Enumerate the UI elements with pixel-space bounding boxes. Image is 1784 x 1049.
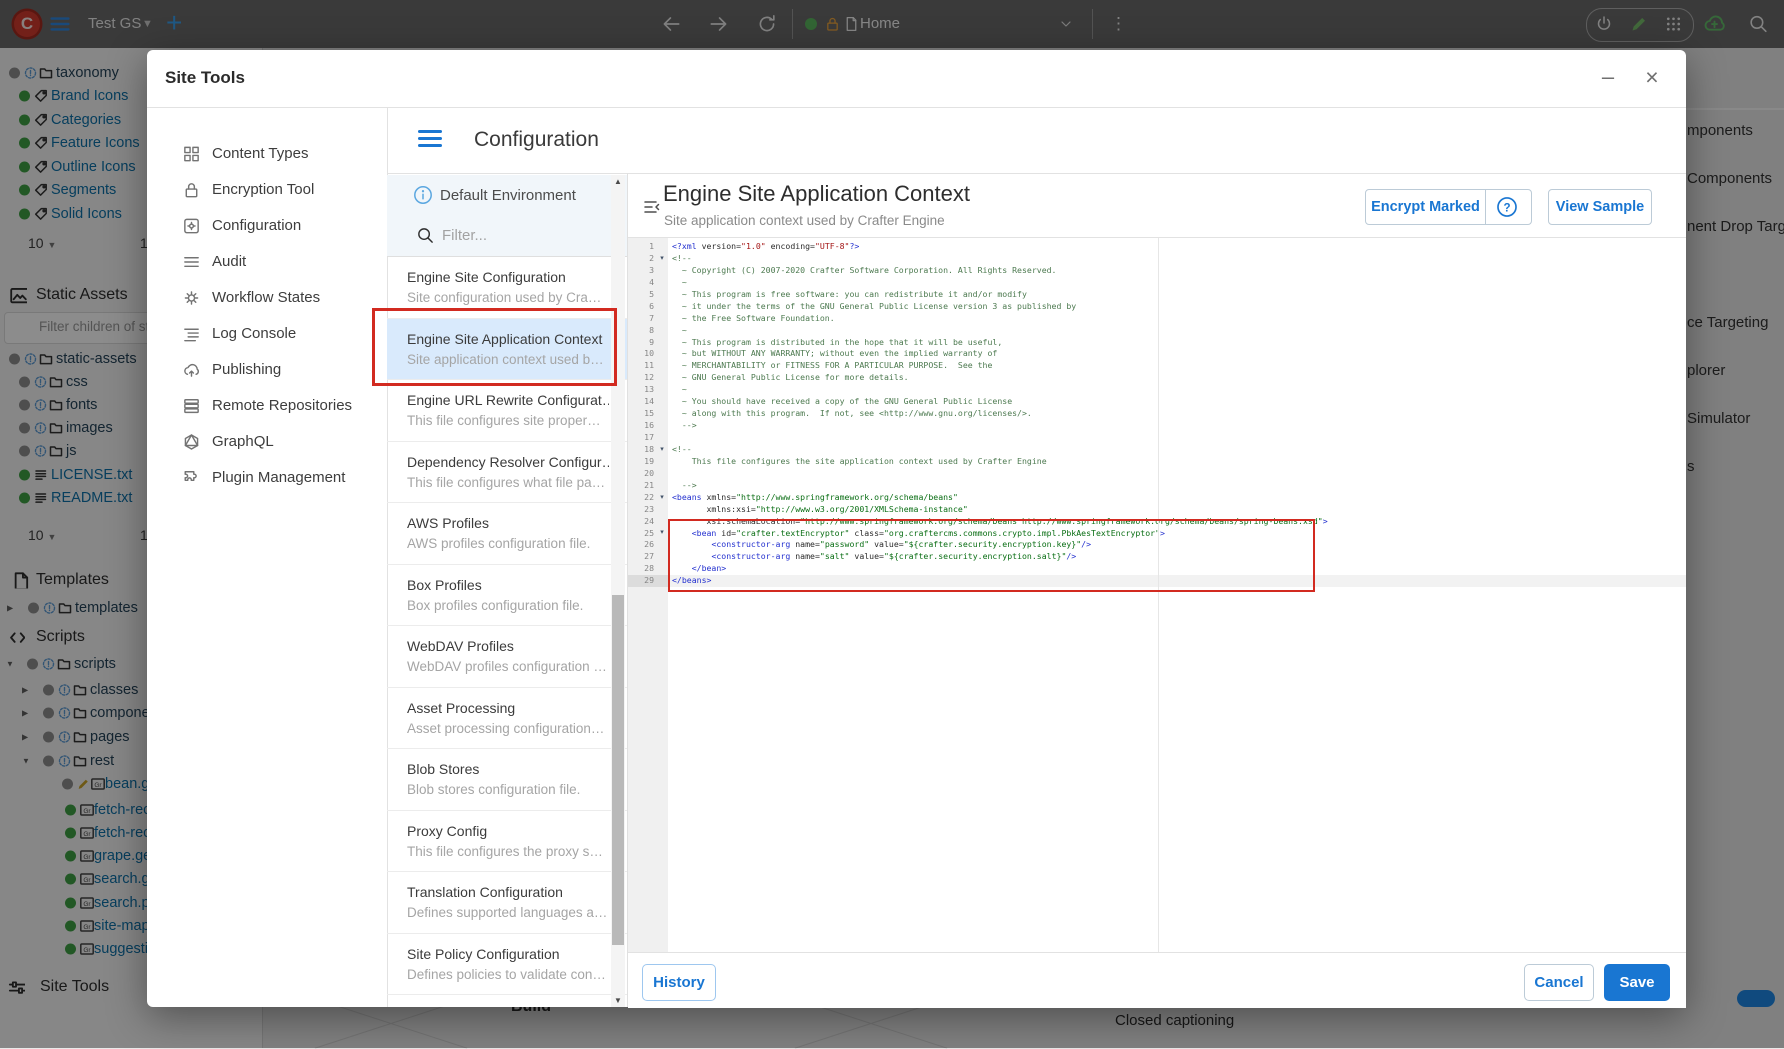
scroll-up-icon[interactable]: ▲	[614, 177, 622, 186]
config-item-site-policy-configuration[interactable]: Site Policy Configuration Defines policie…	[387, 934, 627, 996]
config-item-desc: This file configures site proper…	[407, 413, 609, 428]
tools-nav-graphql[interactable]: GraphQL	[147, 424, 387, 460]
tools-nav-label: Workflow States	[212, 280, 320, 316]
site-tools-nav: Content TypesEncryption ToolConfiguratio…	[147, 136, 387, 496]
config-item-title: Engine Site Configuration	[407, 269, 609, 285]
config-item-title: Engine URL Rewrite Configurat…	[407, 392, 609, 408]
config-item-translation-configuration[interactable]: Translation Configuration Defines support…	[387, 872, 627, 934]
fold-arrow-icon[interactable]: ▾	[656, 492, 668, 504]
config-item-title: Dependency Resolver Configur…	[407, 454, 609, 470]
config-item-title: Proxy Config	[407, 823, 609, 839]
config-item-desc: Box profiles configuration file.	[407, 598, 609, 613]
tools-nav-log-console[interactable]: Log Console	[147, 316, 387, 352]
log-console-icon	[182, 325, 201, 344]
tools-nav-remote-repositories[interactable]: Remote Repositories	[147, 388, 387, 424]
history-button[interactable]: History	[642, 964, 716, 1001]
config-file-subtitle: Site application context used by Crafter…	[664, 213, 945, 228]
config-item-desc: Blob stores configuration file.	[407, 782, 609, 797]
list-scrollbar[interactable]: ▲ ▼	[611, 175, 625, 1007]
content-types-icon	[182, 145, 201, 164]
config-item-desc: Defines supported languages a…	[407, 905, 609, 920]
config-item-engine-url-rewrite-configurat[interactable]: Engine URL Rewrite Configurat… This file …	[387, 380, 627, 442]
tools-nav-label: Audit	[212, 244, 246, 280]
annotation-box-list	[372, 308, 617, 386]
tools-nav-workflow-states[interactable]: Workflow States	[147, 280, 387, 316]
config-item-proxy-config[interactable]: Proxy Config This file configures the pro…	[387, 811, 627, 873]
publishing-icon	[182, 361, 201, 380]
config-item-dependency-resolver-configur[interactable]: Dependency Resolver Configur… This file c…	[387, 442, 627, 504]
config-page-title: Configuration	[474, 128, 599, 152]
fold-arrow-icon[interactable]: ▾	[656, 527, 668, 539]
config-item-desc: This file configures the proxy s…	[407, 844, 609, 859]
config-item-desc: WebDAV profiles configuration …	[407, 659, 609, 674]
config-file-list: Default Environment Filter... Engine Sit…	[387, 175, 627, 1007]
config-item-aws-profiles[interactable]: AWS Profiles AWS profiles configuration f…	[387, 503, 627, 565]
tools-nav-label: Plugin Management	[212, 460, 345, 496]
info-icon[interactable]	[413, 185, 433, 205]
config-filter-input[interactable]: Filter...	[442, 216, 487, 256]
config-item-desc: Defines policies to validate con…	[407, 967, 609, 982]
tools-nav-label: Encryption Tool	[212, 172, 314, 208]
audit-icon	[182, 253, 201, 272]
minimize-button[interactable]: –	[1595, 60, 1621, 96]
workflow-states-icon	[182, 289, 201, 308]
svg-text:?: ?	[1503, 202, 1510, 214]
tools-nav-publishing[interactable]: Publishing	[147, 352, 387, 388]
tools-nav-label: Publishing	[212, 352, 281, 388]
scrollbar-thumb[interactable]	[612, 595, 624, 945]
annotation-box-code	[668, 519, 1315, 592]
config-item-title: Blob Stores	[407, 761, 609, 777]
help-icon[interactable]: ?	[1496, 196, 1518, 218]
tools-nav-configuration[interactable]: Configuration	[147, 208, 387, 244]
config-item-asset-processing[interactable]: Asset Processing Asset processing configu…	[387, 688, 627, 750]
config-item-desc: Asset processing configuration…	[407, 721, 609, 736]
filter-search-icon	[416, 226, 435, 245]
config-item-title: Box Profiles	[407, 577, 609, 593]
view-sample-button[interactable]: View Sample	[1548, 189, 1652, 225]
graphql-icon	[182, 433, 201, 452]
tools-nav-content-types[interactable]: Content Types	[147, 136, 387, 172]
config-item-box-profiles[interactable]: Box Profiles Box profiles configuration f…	[387, 565, 627, 627]
encryption-tool-icon	[182, 181, 201, 200]
config-menu-icon[interactable]	[418, 130, 442, 150]
tools-nav-plugin-management[interactable]: Plugin Management	[147, 460, 387, 496]
remote-repositories-icon	[182, 397, 201, 416]
config-item-title: WebDAV Profiles	[407, 638, 609, 654]
environment-label: Default Environment	[440, 175, 576, 216]
tools-nav-encryption-tool[interactable]: Encryption Tool	[147, 172, 387, 208]
tools-nav-label: Configuration	[212, 208, 301, 244]
editor-gutter: 1234567891011121314151617181920212223242…	[628, 238, 668, 952]
collapse-panel-icon[interactable]	[642, 197, 662, 217]
code-editor[interactable]: 1234567891011121314151617181920212223242…	[628, 238, 1686, 952]
config-item-blob-stores[interactable]: Blob Stores Blob stores configuration fil…	[387, 749, 627, 811]
print-margin-ruler	[1158, 238, 1159, 952]
save-button[interactable]: Save	[1604, 964, 1670, 1001]
tools-nav-label: GraphQL	[212, 424, 274, 460]
site-tools-dialog: Site Tools – × Content TypesEncryption T…	[147, 50, 1686, 1007]
config-item-title: Asset Processing	[407, 700, 609, 716]
config-item-title: Translation Configuration	[407, 884, 609, 900]
dialog-title: Site Tools	[165, 68, 245, 88]
editor-footer: History Cancel Save	[628, 952, 1686, 1008]
config-item-title: Site Policy Configuration	[407, 946, 609, 962]
fold-arrow-icon[interactable]: ▾	[656, 444, 668, 456]
config-item-webdav-profiles[interactable]: WebDAV Profiles WebDAV profiles configura…	[387, 626, 627, 688]
config-item-desc: AWS profiles configuration file.	[407, 536, 609, 551]
config-item-desc: This file configures what file pa…	[407, 475, 609, 490]
config-item-desc: Site configuration used by Cra…	[407, 290, 609, 305]
tools-nav-label: Remote Repositories	[212, 388, 352, 424]
tools-nav-label: Log Console	[212, 316, 296, 352]
config-item-title: AWS Profiles	[407, 515, 609, 531]
cancel-button[interactable]: Cancel	[1524, 964, 1594, 1001]
config-file-title: Engine Site Application Context	[663, 181, 970, 207]
tools-nav-audit[interactable]: Audit	[147, 244, 387, 280]
tools-nav-label: Content Types	[212, 136, 308, 172]
plugin-management-icon	[182, 469, 201, 488]
scroll-down-icon[interactable]: ▼	[614, 996, 622, 1005]
close-button[interactable]: ×	[1639, 60, 1665, 96]
fold-arrow-icon[interactable]: ▾	[656, 253, 668, 265]
configuration-icon	[182, 217, 201, 236]
